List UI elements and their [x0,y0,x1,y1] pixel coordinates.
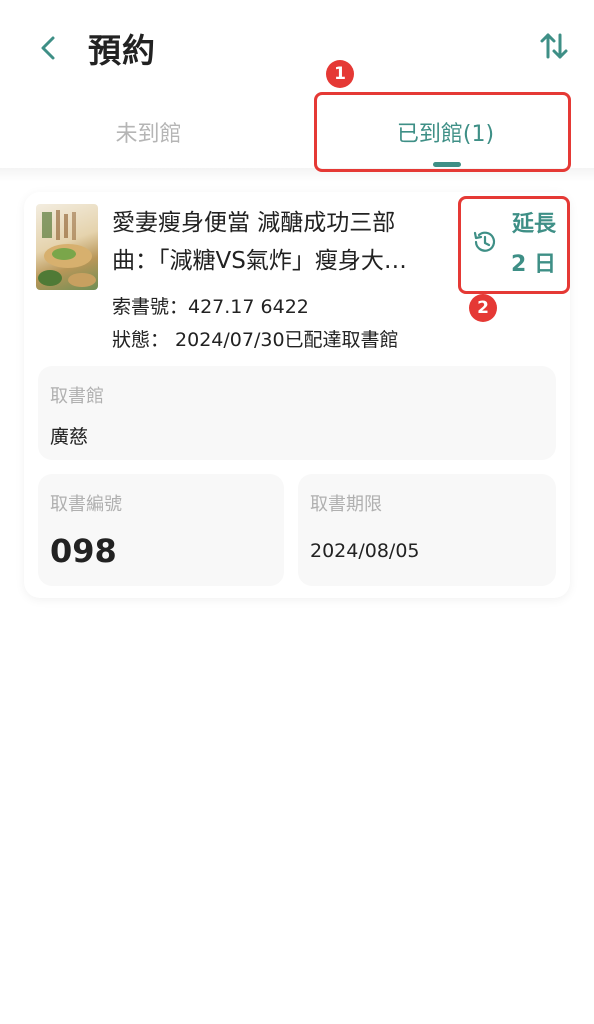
annotation-box-2 [458,196,570,294]
back-button[interactable] [30,26,66,70]
book-title-line2: 曲：「減糖VS氣炸」瘦身大… [112,248,407,274]
chevron-left-icon [41,36,55,60]
tab-not-arrived[interactable]: 未到館 [0,96,297,168]
pickup-library-label: 取書館 [50,386,104,407]
pickup-library-value: 廣慈 [50,426,89,448]
pickup-deadline-value: 2024/08/05 [310,540,420,562]
book-cover-image [36,204,98,290]
annotation-badge-2: 2 [469,294,497,322]
sort-arrows-icon [540,33,568,59]
book-title[interactable]: 愛妻瘦身便當 減醣成功三部 曲：「減糖VS氣炸」瘦身大… [112,204,442,280]
annotation-box-1 [314,92,571,172]
sort-button[interactable] [532,24,576,68]
annotation-badge-1: 1 [326,60,354,88]
pickup-code-box: 取書編號 098 [38,474,284,586]
page-title: 預約 [88,31,156,70]
app-header: 預約 [0,0,594,96]
pickup-deadline-label: 取書期限 [310,494,382,515]
pickup-deadline-box: 取書期限 2024/08/05 [298,474,556,586]
call-number: 索書號：427.17 6422 [112,296,309,318]
status-text: 狀態： 2024/07/30已配達取書館 [112,329,399,351]
pickup-code-label: 取書編號 [50,494,122,515]
book-title-line1: 愛妻瘦身便當 減醣成功三部 [112,210,396,236]
pickup-code-value: 098 [50,532,117,570]
pickup-library-box: 取書館 廣慈 [38,366,556,460]
book-cover-art [38,210,96,287]
